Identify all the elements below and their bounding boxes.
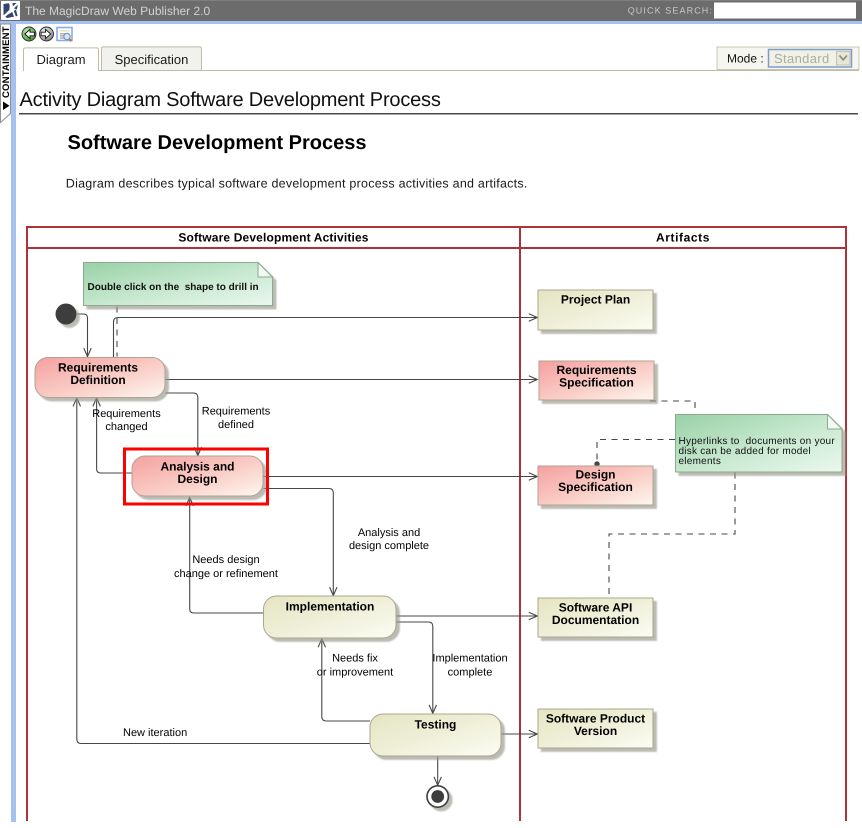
svg-text:Version: Version (574, 724, 617, 738)
svg-text:changed: changed (105, 421, 147, 433)
svg-text:Documentation: Documentation (552, 613, 639, 627)
svg-text:Diagram describes typical soft: Diagram describes typical software devel… (66, 177, 528, 191)
svg-text:Requirements: Requirements (202, 406, 271, 418)
svg-text:Double click on the shape to: Double click on the shape to drill in (88, 282, 259, 293)
svg-text:defined: defined (218, 419, 254, 431)
svg-text:or improvement: or improvement (317, 667, 393, 679)
svg-text:Specification: Specification (558, 480, 633, 494)
svg-text:Analysis and: Analysis and (358, 527, 420, 539)
svg-text:Design: Design (177, 472, 217, 486)
svg-text:Testing: Testing (415, 718, 457, 732)
svg-text:Artifacts: Artifacts (656, 231, 710, 245)
svg-text:Needs design: Needs design (192, 554, 259, 566)
svg-text:Definition: Definition (70, 373, 125, 387)
svg-text:Standard: Standard (774, 51, 830, 66)
svg-text:Specification: Specification (115, 52, 189, 67)
svg-text:change or refinement: change or refinement (174, 568, 278, 580)
svg-text:Activity Diagram Software Deve: Activity Diagram Software Development Pr… (20, 89, 441, 111)
svg-text:Mode :: Mode : (727, 52, 764, 66)
svg-text:New iteration: New iteration (123, 727, 187, 739)
svg-text:elements: elements (679, 456, 722, 467)
svg-text:Diagram: Diagram (36, 52, 85, 67)
svg-text:The MagicDraw Web Publisher 2.: The MagicDraw Web Publisher 2.0 (25, 4, 211, 18)
svg-text:CONTAINMENT: CONTAINMENT (1, 26, 12, 98)
svg-text:complete: complete (448, 667, 493, 679)
svg-text:design complete: design complete (349, 540, 429, 552)
svg-text:Software Development Activitie: Software Development Activities (178, 231, 368, 245)
svg-text:Specification: Specification (559, 376, 634, 390)
svg-text:Requirements: Requirements (92, 408, 161, 420)
svg-text:QUICK SEARCH:: QUICK SEARCH: (628, 6, 713, 16)
svg-text:Software Development Process: Software Development Process (68, 132, 367, 154)
svg-text:Needs fix: Needs fix (332, 653, 378, 665)
svg-text:Implementation: Implementation (286, 600, 375, 614)
svg-text:Project Plan: Project Plan (561, 293, 630, 307)
svg-text:Implementation: Implementation (432, 653, 507, 665)
